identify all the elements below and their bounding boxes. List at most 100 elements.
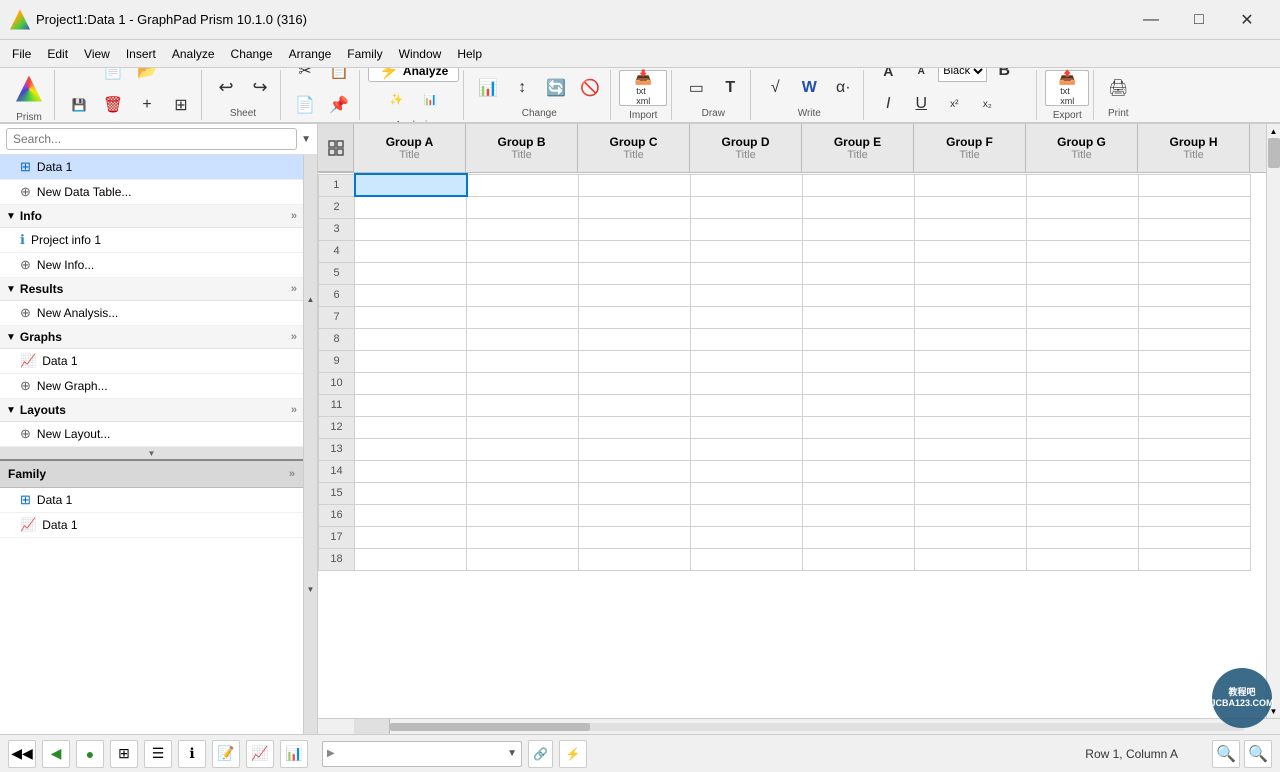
family-expand-btn[interactable]: » [289, 468, 295, 480]
cell-3-D[interactable] [691, 218, 803, 240]
col-header-f[interactable]: Group FTitle [914, 124, 1026, 172]
cell-18-H[interactable] [1139, 548, 1251, 570]
menu-insert[interactable]: Insert [118, 43, 164, 65]
cell-16-H[interactable] [1139, 504, 1251, 526]
cell-7-C[interactable] [579, 306, 691, 328]
cell-13-B[interactable] [467, 438, 579, 460]
cell-4-A[interactable] [355, 240, 467, 262]
superscript-button[interactable]: x² [938, 88, 970, 120]
sidebar-item-data1[interactable]: ⊞ Data 1 [0, 155, 303, 180]
cell-9-G[interactable] [1027, 350, 1139, 372]
cell-10-C[interactable] [579, 372, 691, 394]
col-header-b[interactable]: Group BTitle [466, 124, 578, 172]
zoom-in-button[interactable]: 🔍 [1244, 740, 1272, 768]
cell-5-B[interactable] [467, 262, 579, 284]
cell-7-B[interactable] [467, 306, 579, 328]
cell-18-G[interactable] [1027, 548, 1139, 570]
scroll-down-arrow[interactable]: ▼ [1267, 704, 1280, 718]
h-scroll-thumb[interactable] [390, 723, 590, 731]
view-chart-button[interactable]: 📊 [280, 740, 308, 768]
family-header[interactable]: Family » [0, 461, 303, 488]
cell-12-C[interactable] [579, 416, 691, 438]
sidebar-item-newdata[interactable]: ⊕ New Data Table... [0, 180, 303, 205]
col-header-e[interactable]: Group ETitle [802, 124, 914, 172]
cell-8-G[interactable] [1027, 328, 1139, 350]
normalize-button[interactable]: 📊 [415, 84, 447, 116]
cell-11-C[interactable] [579, 394, 691, 416]
cell-16-B[interactable] [467, 504, 579, 526]
text-tool-button[interactable]: T [714, 72, 746, 104]
cell-6-D[interactable] [691, 284, 803, 306]
cell-8-H[interactable] [1139, 328, 1251, 350]
sidebar-family-item-data1-grid[interactable]: ⊞ Data 1 [0, 488, 303, 513]
cell-4-F[interactable] [915, 240, 1027, 262]
subscript-button[interactable]: x₂ [971, 88, 1003, 120]
zoom-out-button[interactable]: 🔍 [1212, 740, 1240, 768]
cell-7-D[interactable] [691, 306, 803, 328]
cell-4-H[interactable] [1139, 240, 1251, 262]
cell-8-B[interactable] [467, 328, 579, 350]
save-button[interactable]: 💾 [63, 89, 95, 121]
col-header-h[interactable]: Group HTitle [1138, 124, 1250, 172]
cell-2-B[interactable] [467, 196, 579, 218]
cell-6-A[interactable] [355, 284, 467, 306]
math-button[interactable]: √ [759, 72, 791, 104]
vertical-scrollbar[interactable]: ▲ ▼ [1266, 124, 1280, 718]
cell-3-B[interactable] [467, 218, 579, 240]
font-size-down-button[interactable]: A [905, 68, 937, 87]
add-button[interactable]: + [131, 89, 163, 121]
close-button[interactable]: ✕ [1224, 5, 1270, 35]
cell-6-B[interactable] [467, 284, 579, 306]
scroll-track[interactable] [1267, 138, 1280, 704]
cell-14-B[interactable] [467, 460, 579, 482]
cell-11-H[interactable] [1139, 394, 1251, 416]
sidebar-item-graph-data1[interactable]: 📈 Data 1 [0, 349, 303, 374]
cell-15-D[interactable] [691, 482, 803, 504]
cell-16-G[interactable] [1027, 504, 1139, 526]
cell-16-E[interactable] [803, 504, 915, 526]
cell-7-E[interactable] [803, 306, 915, 328]
cell-6-F[interactable] [915, 284, 1027, 306]
cell-14-G[interactable] [1027, 460, 1139, 482]
graph-wand-button[interactable]: ✨ [381, 84, 413, 116]
cell-14-E[interactable] [803, 460, 915, 482]
menu-window[interactable]: Window [391, 43, 450, 65]
cell-16-D[interactable] [691, 504, 803, 526]
cell-9-C[interactable] [579, 350, 691, 372]
cell-13-E[interactable] [803, 438, 915, 460]
cell-15-F[interactable] [915, 482, 1027, 504]
cell-13-G[interactable] [1027, 438, 1139, 460]
sidebar-section-info[interactable]: ▼ Info » [0, 205, 303, 228]
menu-view[interactable]: View [76, 43, 118, 65]
cell-1-D[interactable] [691, 174, 803, 196]
col-header-g[interactable]: Group GTitle [1026, 124, 1138, 172]
navigate-input[interactable] [339, 748, 507, 760]
cell-5-H[interactable] [1139, 262, 1251, 284]
nav-current-button[interactable]: ● [76, 740, 104, 768]
cell-1-E[interactable] [803, 174, 915, 196]
export-button[interactable]: 📤 txtxml [1045, 70, 1089, 106]
cell-13-F[interactable] [915, 438, 1027, 460]
cell-11-D[interactable] [691, 394, 803, 416]
view-grid-button[interactable]: ⊞ [110, 740, 138, 768]
cell-16-C[interactable] [579, 504, 691, 526]
sidebar-section-results[interactable]: ▼ Results » [0, 278, 303, 301]
exclude-button[interactable]: 🚫 [574, 72, 606, 104]
change-graph-button[interactable]: 📊 [472, 72, 504, 104]
cell-13-C[interactable] [579, 438, 691, 460]
cell-6-C[interactable] [579, 284, 691, 306]
cell-4-E[interactable] [803, 240, 915, 262]
cell-4-G[interactable] [1027, 240, 1139, 262]
cell-4-B[interactable] [467, 240, 579, 262]
sidebar-item-newlayout[interactable]: ⊕ New Layout... [0, 422, 303, 447]
cell-7-G[interactable] [1027, 306, 1139, 328]
cell-17-G[interactable] [1027, 526, 1139, 548]
col-header-c[interactable]: Group CTitle [578, 124, 690, 172]
nav-dropdown[interactable]: ▼ [507, 748, 517, 759]
graphs-expand-btn[interactable]: » [291, 331, 297, 343]
cell-15-H[interactable] [1139, 482, 1251, 504]
cell-13-H[interactable] [1139, 438, 1251, 460]
menu-analyze[interactable]: Analyze [164, 43, 223, 65]
menu-file[interactable]: File [4, 43, 39, 65]
cell-14-C[interactable] [579, 460, 691, 482]
